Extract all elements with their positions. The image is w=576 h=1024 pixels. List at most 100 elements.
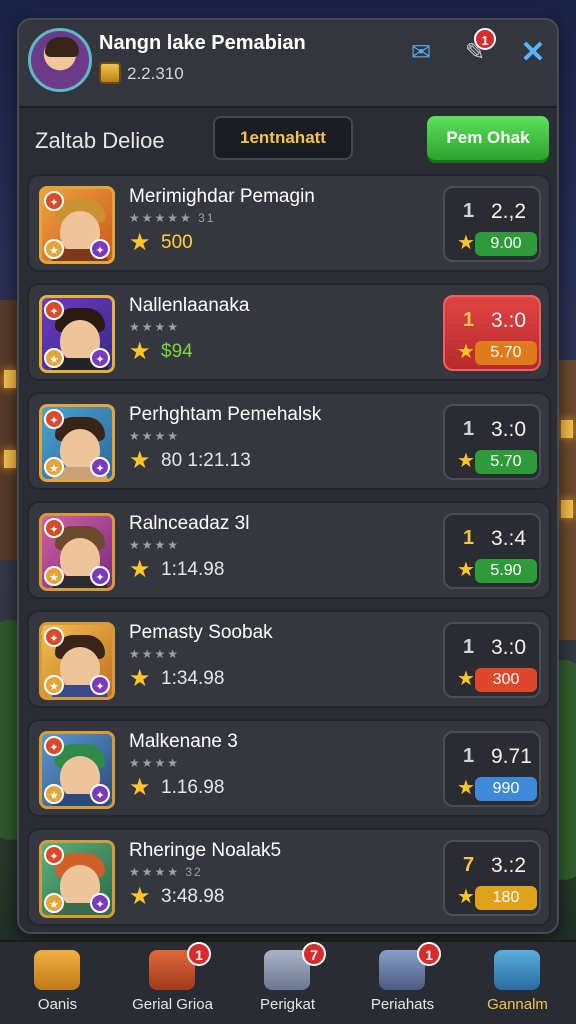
row-rating: ★★★★	[129, 320, 181, 334]
star-badge-icon: ★	[44, 784, 64, 804]
star-badge-icon: ★	[44, 566, 64, 586]
element-badge-icon: ✦	[44, 736, 64, 756]
filter-button[interactable]: 1entnahatt	[213, 116, 353, 160]
reward-icon: ★	[457, 886, 475, 908]
coin-value: 2.2.310	[127, 64, 184, 83]
rank-number: 1	[463, 309, 475, 331]
nav-label: Gerial Grioa	[132, 996, 213, 1013]
row-value: 1:34.98	[161, 668, 225, 689]
reward-icon: ★	[457, 232, 475, 254]
panel-subheader: Zaltab Delioe 1entnahatt Pem Ohak	[19, 116, 557, 166]
leaderboard-row[interactable]: ✦ ★ ✦ Nallenlaanaka ★★★★ ★ $94 1 3.:0 ★ 5.70	[27, 283, 551, 381]
rank-box[interactable]: 1 3.:0 ★ 5.70	[443, 295, 541, 371]
row-name: Malkenane 3	[129, 731, 238, 752]
row-rating: ★★★★	[129, 429, 181, 443]
row-name: Perhghtam Pemehalsk	[129, 404, 322, 425]
reward-pill: 5.70	[475, 341, 537, 365]
leaderboard-row[interactable]: ✦ ★ ✦ Malkenane 3 ★★★★ ★ 1.16.98 1 9.71 ★ 990	[27, 719, 551, 817]
row-rating: ★★★★	[129, 756, 181, 770]
star-icon: ★	[129, 338, 151, 365]
character-portrait: ✦ ★ ✦	[39, 404, 115, 482]
rank-box[interactable]: 1 9.71 ★ 990	[443, 731, 541, 807]
nav-badge: 1	[417, 942, 441, 966]
character-portrait: ✦ ★ ✦	[39, 186, 115, 264]
player-avatar[interactable]	[28, 28, 92, 92]
bottom-navbar: Oanis 1 Gerial Grioa 7 Perigkat 1 Periahats Gan…	[0, 940, 576, 1024]
reward-icon: ★	[457, 668, 475, 690]
rank-score: 3.:0	[491, 636, 527, 659]
character-portrait: ✦ ★ ✦	[39, 840, 115, 918]
class-badge-icon: ✦	[90, 675, 110, 695]
row-value: 1:14.98	[161, 559, 225, 580]
leaderboard-panel: Nangn lake Pemabian 2.2.310 ✉ ✎ 1 ✕ Zalt…	[17, 18, 559, 934]
rank-box[interactable]: 1 2.,2 ★ 9.00	[443, 186, 541, 262]
star-icon: ★	[129, 883, 151, 910]
nav-label: Periahats	[370, 996, 435, 1013]
panel-header: Nangn lake Pemabian 2.2.310 ✉ ✎ 1 ✕	[19, 20, 557, 108]
close-icon[interactable]: ✕	[515, 34, 551, 70]
row-name: Nallenlaanaka	[129, 295, 250, 316]
class-badge-icon: ✦	[90, 566, 110, 586]
reward-pill: 9.00	[475, 232, 537, 256]
row-value: 3:48.98	[161, 886, 225, 907]
rank-score: 3.:4	[491, 527, 527, 550]
nav-label: Gannalm	[487, 996, 548, 1013]
rank-number: 7	[463, 854, 475, 876]
class-badge-icon: ✦	[90, 239, 110, 259]
row-rating: ★★★★★ 31	[129, 211, 216, 225]
star-badge-icon: ★	[44, 457, 64, 477]
star-icon: ★	[129, 447, 151, 474]
reward-pill: 180	[475, 886, 537, 910]
star-badge-icon: ★	[44, 348, 64, 368]
leaderboard-row[interactable]: ✦ ★ ✦ Ralnceadaz 3l ★★★★ ★ 1:14.98 1 3.:4 ★ 5.90	[27, 501, 551, 599]
reward-pill: 990	[475, 777, 537, 801]
globe-icon	[494, 950, 540, 990]
star-icon: ★	[129, 665, 151, 692]
nav-item[interactable]: 1 Periahats	[345, 942, 460, 1024]
nav-badge: 1	[187, 942, 211, 966]
reward-icon: ★	[457, 777, 475, 799]
nav-item[interactable]: Gannalm	[460, 942, 575, 1024]
row-rating: ★★★★	[129, 647, 181, 661]
leaderboard-row[interactable]: ✦ ★ ✦ Merimighdar Pemagin ★★★★★ 31 ★ 500 1 2.,2 ★…	[27, 174, 551, 272]
coin-icon	[99, 62, 121, 84]
leaderboard-row[interactable]: ✦ ★ ✦ Pemasty Soobak ★★★★ ★ 1:34.98 1 3.:0 ★ 300	[27, 610, 551, 708]
class-badge-icon: ✦	[90, 893, 110, 913]
player-name: Nangn lake Pemabian	[99, 32, 306, 54]
star-icon: ★	[129, 556, 151, 583]
nav-item[interactable]: 7 Perigkat	[230, 942, 345, 1024]
rank-number: 1	[463, 745, 475, 767]
mail-icon[interactable]: ✉	[403, 34, 439, 70]
rank-score: 2.,2	[491, 200, 527, 223]
character-portrait: ✦ ★ ✦	[39, 513, 115, 591]
class-badge-icon: ✦	[90, 348, 110, 368]
element-badge-icon: ✦	[44, 300, 64, 320]
rank-box[interactable]: 7 3.:2 ★ 180	[443, 840, 541, 916]
row-rating: ★★★★ 32	[129, 865, 203, 879]
reward-icon: ★	[457, 341, 475, 363]
reward-icon: ★	[457, 450, 475, 472]
nav-label: Perigkat	[259, 996, 316, 1013]
class-badge-icon: ✦	[90, 457, 110, 477]
nav-item[interactable]: Oanis	[0, 942, 115, 1024]
rank-score: 3.:0	[491, 418, 527, 441]
element-badge-icon: ✦	[44, 627, 64, 647]
row-rating: ★★★★	[129, 538, 181, 552]
nav-badge: 7	[302, 942, 326, 966]
row-value: $94	[161, 341, 193, 362]
character-portrait: ✦ ★ ✦	[39, 622, 115, 700]
element-badge-icon: ✦	[44, 518, 64, 538]
nav-item[interactable]: 1 Gerial Grioa	[115, 942, 230, 1024]
leaderboard-row[interactable]: ✦ ★ ✦ Perhghtam Pemehalsk ★★★★ ★ 80 1:21.13 1 3.…	[27, 392, 551, 490]
star-badge-icon: ★	[44, 239, 64, 259]
rank-box[interactable]: 1 3.:0 ★ 300	[443, 622, 541, 698]
action-button[interactable]: Pem Ohak	[427, 116, 549, 160]
rank-score: 3.:2	[491, 854, 527, 877]
rank-box[interactable]: 1 3.:0 ★ 5.70	[443, 404, 541, 480]
row-value: 1.16.98	[161, 777, 225, 798]
star-icon: ★	[129, 229, 151, 256]
character-portrait: ✦ ★ ✦	[39, 295, 115, 373]
rank-box[interactable]: 1 3.:4 ★ 5.90	[443, 513, 541, 589]
reward-pill: 300	[475, 668, 537, 692]
leaderboard-row[interactable]: ✦ ★ ✦ Rheringe Noalak5 ★★★★ 32 ★ 3:48.98 7 3.:2 ★…	[27, 828, 551, 926]
